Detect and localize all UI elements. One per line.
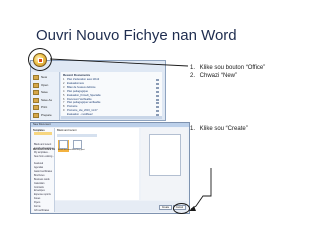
template-category[interactable]: Calendars: [34, 171, 52, 185]
template-label: New blog post: [72, 149, 85, 151]
step-item: 2. Chwazi “New”: [190, 72, 265, 80]
new-document-dialog-screenshot: New Document Templates Blank and recent In…: [30, 122, 190, 214]
office-menu-bottom-bar: [61, 116, 162, 119]
preview-page: [149, 134, 181, 176]
template-category[interactable]: Blank and recent: [34, 132, 52, 146]
pin-icon[interactable]: [156, 110, 159, 113]
document-icon: [33, 97, 39, 103]
pin-icon[interactable]: [156, 90, 159, 93]
menu-item-print[interactable]: Print: [33, 104, 57, 111]
menu-item-new[interactable]: New: [33, 74, 57, 81]
menu-item-open[interactable]: Open: [33, 82, 57, 89]
page-icon: [59, 140, 68, 149]
template-category[interactable]: Featured: [34, 151, 52, 165]
step-number: 1.: [190, 126, 196, 132]
template-category[interactable]: Invitations: [34, 206, 52, 209]
office-menu-screenshot: New Open Save Save As Print Prepare Recent Do…: [30, 60, 166, 121]
page-icon: [73, 140, 82, 149]
template-category[interactable]: Agendas: [34, 155, 52, 169]
template-category[interactable]: Contracts: [34, 175, 52, 189]
template-category[interactable]: Installed Templates: [34, 136, 54, 150]
arrowhead-icon: [189, 206, 196, 211]
gallery-band: [57, 134, 97, 137]
pin-icon[interactable]: [156, 102, 159, 105]
step-text: Chwazi “New”: [199, 73, 238, 79]
preview-pane: [141, 128, 187, 200]
template-category[interactable]: Faxes: [34, 186, 52, 200]
template-category[interactable]: Invoices: [34, 210, 52, 213]
menu-item-save[interactable]: Save: [33, 89, 57, 96]
template-label: Blank document: [58, 149, 73, 151]
step-number: 1.: [190, 65, 196, 71]
dialog-titlebar: New Document: [31, 123, 189, 127]
template-nav: Templates Blank and recent Installed Templ…: [32, 128, 59, 213]
step-text: Klike sou “Create”: [199, 126, 248, 132]
pin-icon[interactable]: [156, 79, 159, 81]
menu-item-label: Save: [41, 90, 48, 94]
step-item: 1. Klike sou “Create”: [190, 125, 248, 133]
pin-icon[interactable]: [156, 98, 159, 101]
menu-item-label: Print: [41, 105, 48, 109]
gallery-header: Blank and recent: [57, 129, 77, 132]
step-number: 2.: [190, 73, 196, 79]
template-category[interactable]: Award certificates: [34, 159, 52, 173]
dialog-title: New Document: [33, 123, 51, 126]
template-category[interactable]: Expense reports: [34, 182, 52, 196]
template-category[interactable]: Flyers: [34, 190, 52, 204]
template-category[interactable]: Business cards: [34, 167, 52, 181]
pin-icon[interactable]: [156, 106, 159, 109]
document-icon: [33, 90, 39, 95]
menu-item-label: New: [41, 75, 48, 79]
steps-top-list: 1. Klike sou bouton “Office” 2. Chwazi “…: [190, 64, 265, 80]
slide: Ouvri Nouvo Fichye nan Word New Open Save S…: [0, 0, 320, 240]
document-icon: [33, 75, 39, 80]
menu-item-label: Prepare: [41, 112, 52, 117]
office-button-highlight: [28, 48, 52, 71]
template-category[interactable]: My templates...: [34, 140, 52, 154]
menu-item-save-as[interactable]: Save As: [33, 97, 57, 104]
template-tile[interactable]: New blog post: [72, 140, 85, 152]
pin-icon[interactable]: [156, 86, 159, 89]
steps-bottom-list: 1. Klike sou “Create”: [190, 125, 248, 133]
recent-documents-panel: Recent Documents 1 Plan d'education avec …: [61, 72, 162, 117]
document-icon: [33, 105, 39, 110]
menu-item-label: Save As: [41, 97, 53, 102]
template-category[interactable]: Brochures: [34, 163, 52, 177]
create-button[interactable]: Create: [159, 205, 172, 210]
pin-icon[interactable]: [156, 82, 159, 85]
create-button-highlight: [173, 203, 190, 214]
dialog-footer: Create Cancel: [55, 201, 187, 212]
pin-icon[interactable]: [156, 94, 159, 97]
template-tile[interactable]: Blank document: [58, 140, 73, 152]
menu-item-label: Open: [41, 82, 49, 87]
template-category[interactable]: Greeting cards: [34, 202, 52, 205]
template-category[interactable]: Gift certificates: [34, 198, 52, 212]
document-icon: [33, 112, 39, 118]
slide-title: Ouvri Nouvo Fichye nan Word: [36, 27, 237, 44]
step-item: 1. Klike sou bouton “Office”: [190, 64, 265, 72]
office-menu-commands: New Open Save Save As Print Prepare: [31, 72, 60, 120]
create-pointer-line: [190, 168, 212, 210]
menu-item-prepare[interactable]: Prepare: [33, 112, 57, 119]
step-text: Klike sou bouton “Office”: [199, 65, 266, 71]
template-gallery: Blank and recent Blank document New blog …: [55, 128, 139, 200]
document-icon: [33, 82, 39, 88]
template-category[interactable]: Envelopes: [34, 178, 52, 192]
recent-documents-header: Recent Documents: [63, 73, 91, 77]
template-category[interactable]: Forms: [34, 194, 52, 208]
template-category[interactable]: New from existing...: [34, 144, 54, 158]
